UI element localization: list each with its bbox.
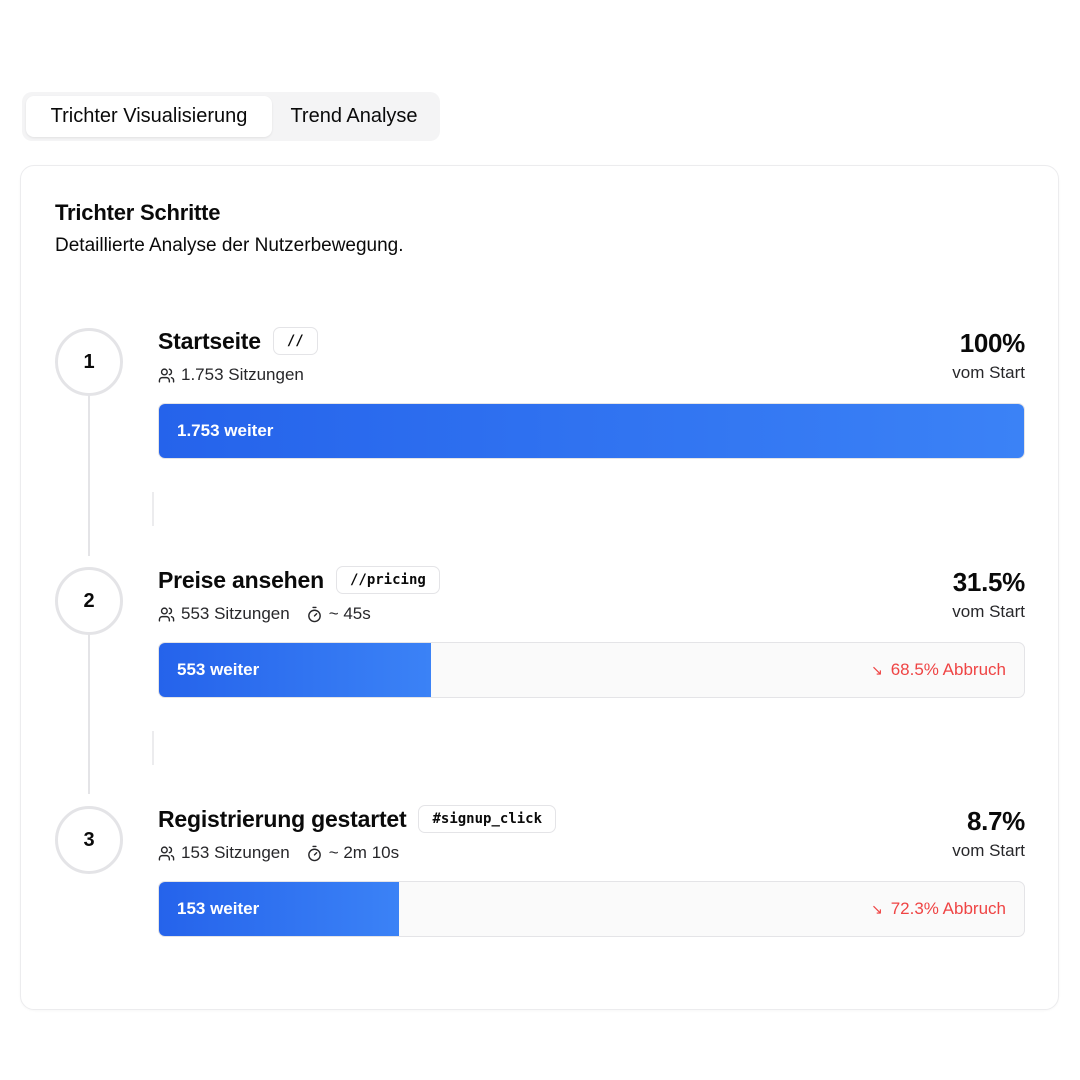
dropoff-rate: ↘ 68.5% Abbruch xyxy=(871,643,1006,697)
step-sessions: 153 Sitzungen xyxy=(158,843,290,863)
tab-funnel-visualization[interactable]: Trichter Visualisierung xyxy=(26,96,272,137)
conversion-bar: 553 weiter ↘ 68.5% Abbruch xyxy=(158,642,1025,698)
continue-count: 553 weiter xyxy=(177,660,260,679)
funnel-step: Startseite // 1.753 Sitzungen 100% vom S… xyxy=(158,326,1025,459)
step-name: Registrierung gestartet xyxy=(158,805,407,832)
step-number-circle: 1 xyxy=(55,328,123,396)
timer-icon xyxy=(307,606,321,622)
step-connector xyxy=(152,731,154,765)
dropoff-rate: ↘ 72.3% Abbruch xyxy=(871,882,1006,936)
dropoff-value: 68.5% Abbruch xyxy=(890,660,1006,679)
avg-duration: ~ 2m 10s xyxy=(328,843,400,862)
timer-icon xyxy=(307,845,321,861)
sessions-count: 553 Sitzungen xyxy=(181,604,290,623)
step-sessions: 1.753 Sitzungen xyxy=(158,365,304,385)
users-icon xyxy=(158,845,175,861)
continue-count: 153 weiter xyxy=(177,899,260,918)
timeline-line xyxy=(88,396,90,556)
step-connector xyxy=(152,492,154,526)
conversion-bar: 153 weiter ↘ 72.3% Abbruch xyxy=(158,881,1025,937)
step-name: Startseite xyxy=(158,327,261,354)
step-percentage: 8.7% vom Start xyxy=(952,804,1025,861)
step-path-tag: // xyxy=(272,327,318,355)
step-sessions: 553 Sitzungen xyxy=(158,604,290,624)
step-percentage: 100% vom Start xyxy=(952,326,1025,383)
sessions-count: 1.753 Sitzungen xyxy=(181,365,304,384)
step-number: 3 xyxy=(83,828,95,851)
dropoff-value: 72.3% Abbruch xyxy=(890,899,1006,918)
continue-count: 1.753 weiter xyxy=(177,421,274,440)
view-tabs: Trichter Visualisierung Trend Analyse xyxy=(22,92,440,141)
step-percentage: 31.5% vom Start xyxy=(952,565,1025,622)
step-name: Preise ansehen xyxy=(158,566,324,593)
arrow-down-right-icon: ↘ xyxy=(870,661,883,678)
funnel-step: Preise ansehen //pricing 553 Sitzungen ~… xyxy=(158,565,1025,698)
conversion-bar-fill xyxy=(159,404,1024,458)
percent-label: vom Start xyxy=(952,841,1025,860)
percent-label: vom Start xyxy=(952,602,1025,621)
funnel-steps-card: Trichter Schritte Detaillierte Analyse d… xyxy=(20,165,1059,1010)
percent-value: 100% xyxy=(959,328,1026,358)
card-title: Trichter Schritte xyxy=(55,200,221,225)
tab-trend-analysis[interactable]: Trend Analyse xyxy=(272,96,436,137)
users-icon xyxy=(158,367,175,383)
step-duration: ~ 2m 10s xyxy=(306,843,399,863)
avg-duration: ~ 45s xyxy=(328,604,371,623)
funnel-step: Registrierung gestartet #signup_click 15… xyxy=(158,804,1025,937)
step-number-circle: 3 xyxy=(55,806,123,874)
step-number: 1 xyxy=(83,350,95,373)
percent-value: 8.7% xyxy=(966,806,1025,836)
step-event-tag: #signup_click xyxy=(418,805,557,833)
sessions-count: 153 Sitzungen xyxy=(181,843,290,862)
step-number-circle: 2 xyxy=(55,567,123,635)
percent-label: vom Start xyxy=(952,363,1025,382)
percent-value: 31.5% xyxy=(952,567,1026,597)
conversion-bar: 1.753 weiter xyxy=(158,403,1025,459)
arrow-down-right-icon: ↘ xyxy=(870,900,883,917)
step-number: 2 xyxy=(83,589,95,612)
step-duration: ~ 45s xyxy=(306,604,371,624)
step-path-tag: //pricing xyxy=(335,566,440,594)
card-subtitle: Detaillierte Analyse der Nutzerbewegung. xyxy=(55,235,404,256)
users-icon xyxy=(158,606,175,622)
timeline-line xyxy=(88,634,90,794)
